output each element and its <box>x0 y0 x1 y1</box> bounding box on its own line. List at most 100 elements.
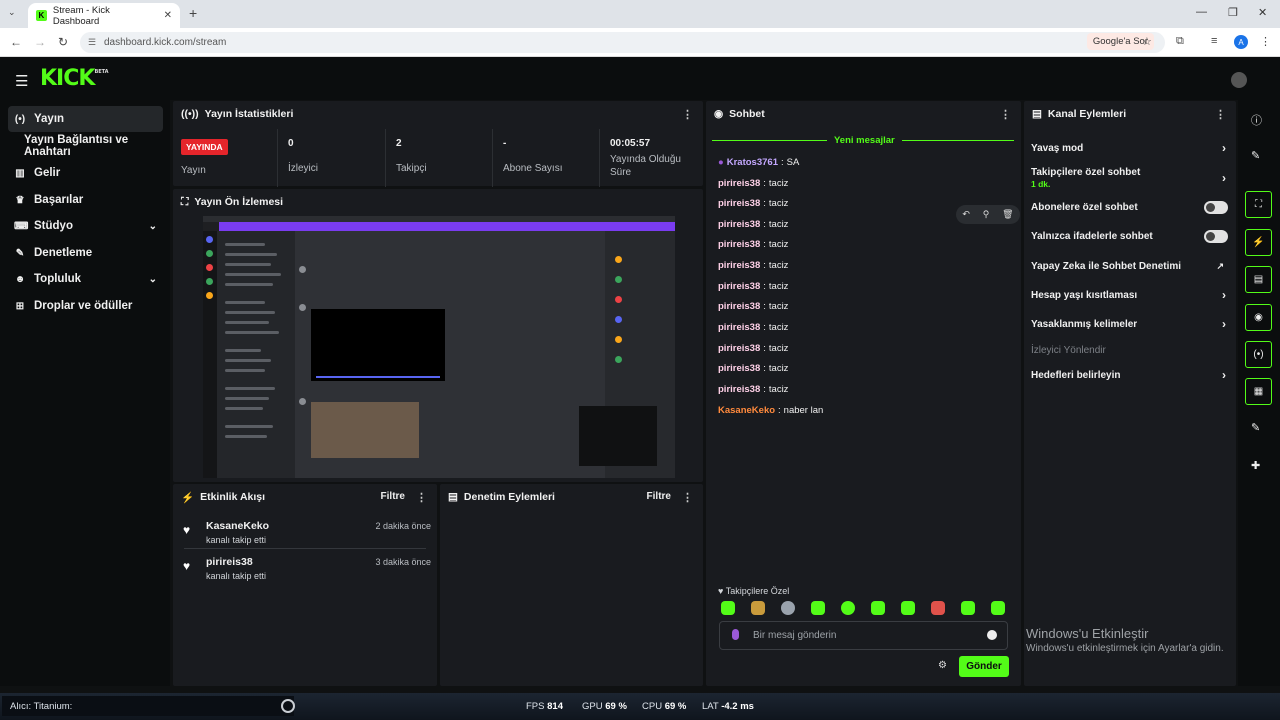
banned-words-item[interactable]: Yasaklanmış kelimeler › <box>1031 317 1228 331</box>
chat-message[interactable]: ● Kratos3761: SA <box>718 155 799 169</box>
sidebar-item-studio[interactable]: ⌨ Stüdyo ⌄ <box>8 213 163 239</box>
kick-logo[interactable]: KICKBETA <box>40 66 109 91</box>
emote-icon[interactable] <box>781 601 795 615</box>
subs-chat-toggle[interactable] <box>1204 201 1228 214</box>
chat-message[interactable]: KasaneKeko: naber lan <box>718 403 823 417</box>
emote-icon[interactable] <box>841 601 855 615</box>
preview-toggle-icon[interactable]: ⛶ <box>1245 191 1272 218</box>
sidebar-item-moderation[interactable]: ✎ Denetleme <box>8 240 163 266</box>
chat-message[interactable]: pirireis38: taciz <box>718 320 788 334</box>
activity-filter-button[interactable]: Filtre <box>381 491 405 502</box>
chat-message[interactable]: pirireis38: taciz <box>718 299 788 313</box>
broadcast-toggle-icon[interactable]: (•) <box>1245 341 1272 368</box>
chat-message[interactable]: pirireis38: taciz <box>718 341 788 355</box>
emote-icon[interactable] <box>721 601 735 615</box>
more-icon[interactable]: ⋮ <box>1000 108 1011 121</box>
browser-menu-icon[interactable]: ⋮ <box>1260 35 1271 48</box>
sidebar-item-achievements[interactable]: ♛ Başarılar <box>8 187 163 213</box>
chat-message[interactable]: pirireis38: taciz <box>718 196 788 210</box>
stat-subscribers: - Abone Sayısı <box>492 129 599 187</box>
chat-message[interactable]: pirireis38: taciz <box>718 382 788 396</box>
windows-activation-watermark: Windows'u Etkinleştir Windows'u etkinleş… <box>1026 626 1224 654</box>
undo-icon[interactable]: ↶ <box>962 209 970 220</box>
overlay-logo-icon <box>281 699 295 713</box>
emote-icon[interactable] <box>931 601 945 615</box>
sidebar-item-stream-key[interactable]: Yayın Bağlantısı ve Anahtarı <box>8 133 163 159</box>
bookmark-star-icon[interactable]: ☆ <box>1142 35 1152 48</box>
emote-icon[interactable] <box>751 601 765 615</box>
account-age-item[interactable]: Hesap yaşı kısıtlaması › <box>1031 288 1228 302</box>
chat-input[interactable]: Bir mesaj gönderin <box>719 621 1008 650</box>
more-icon[interactable]: ⋮ <box>1215 108 1226 121</box>
stream-preview-video[interactable] <box>203 216 675 478</box>
delete-icon[interactable]: 🗑 <box>1002 209 1013 220</box>
chat-message[interactable]: pirireis38: taciz <box>718 217 788 231</box>
lightning-toggle-icon[interactable]: ⚡ <box>1245 229 1272 256</box>
back-icon[interactable]: ← <box>10 35 22 49</box>
slow-mode-item[interactable]: Yavaş mod › <box>1031 141 1228 155</box>
pin-icon[interactable]: ⚲ <box>983 209 990 220</box>
chat-message[interactable]: pirireis38: taciz <box>718 237 788 251</box>
chat-message[interactable]: pirireis38: taciz <box>718 279 788 293</box>
channel-actions-toggle-icon[interactable]: ▦ <box>1245 378 1272 405</box>
reading-list-icon[interactable]: ≡ <box>1211 35 1217 47</box>
moderation-filter-button[interactable]: Filtre <box>647 491 671 502</box>
chat-message[interactable]: pirireis38: taciz <box>718 258 788 272</box>
send-button[interactable]: Gönder <box>959 656 1009 677</box>
activity-title: Etkinlik Akışı <box>200 491 266 503</box>
moderation-title: Denetim Eylemleri <box>463 491 555 503</box>
stat-followers: 2 Takipçi <box>385 129 492 187</box>
forward-icon[interactable]: → <box>34 35 46 49</box>
new-messages-divider: Yeni mesajlar <box>712 135 1014 146</box>
new-tab-icon[interactable]: + <box>189 5 197 21</box>
more-icon[interactable]: ⋮ <box>682 108 693 121</box>
chat-message[interactable]: pirireis38: taciz <box>718 176 788 190</box>
chat-message[interactable]: pirireis38: taciz <box>718 361 788 375</box>
emote-icon[interactable] <box>811 601 825 615</box>
add-widget-icon[interactable]: ✚ <box>1251 459 1260 472</box>
minimize-icon[interactable]: — <box>1196 6 1207 18</box>
info-icon[interactable]: ⓘ <box>1251 112 1262 128</box>
tree-icon: ⊞ <box>15 300 25 312</box>
site-info-icon[interactable]: ☰ <box>88 37 96 48</box>
people-icon: ☻ <box>14 273 26 285</box>
browser-tab[interactable]: K Stream - Kick Dashboard ✕ <box>28 3 180 28</box>
tab-search-icon[interactable]: ⌄ <box>8 7 16 18</box>
extensions-icon[interactable]: ⧉ <box>1176 35 1184 48</box>
emote-icon[interactable] <box>961 601 975 615</box>
sidebar-item-drops[interactable]: ⊞ Droplar ve ödüller <box>8 293 163 319</box>
preview-title: Yayın Ön İzlemesi <box>194 196 284 208</box>
emote-chat-item: Yalnızca ifadelerle sohbet <box>1031 230 1228 243</box>
device-label: Alıcı: Titanium: <box>2 696 294 716</box>
followers-chat-item[interactable]: Takipçilere özel sohbet 1 dk. › <box>1031 167 1228 189</box>
restore-icon[interactable]: ❐ <box>1228 6 1238 19</box>
settings-gear-icon[interactable]: ⚙ <box>938 660 947 671</box>
document-toggle-icon[interactable]: ▤ <box>1245 266 1272 293</box>
chat-toggle-icon[interactable]: ◉ <box>1245 304 1272 331</box>
emote-icon[interactable] <box>991 601 1005 615</box>
ai-moderation-item[interactable]: Yapay Zeka ile Sohbet Denetimi ↗ <box>1031 261 1228 272</box>
window-close-icon[interactable]: ✕ <box>1258 6 1267 19</box>
edit-icon[interactable]: ✎ <box>1251 149 1260 162</box>
message-toolbar: ↶ ⚲ 🗑 <box>956 205 1020 224</box>
wrench-icon[interactable]: ✎ <box>1251 421 1260 434</box>
reload-icon[interactable]: ↻ <box>58 35 68 49</box>
emoji-icon[interactable] <box>987 630 997 640</box>
emote-chat-toggle[interactable] <box>1204 230 1228 243</box>
sidebar-item-stream[interactable]: (•) Yayın <box>8 106 163 132</box>
sidebar-item-revenue[interactable]: ▥ Gelir <box>8 160 163 186</box>
browser-tabbar: ⌄ K Stream - Kick Dashboard ✕ + — ❐ ✕ <box>0 0 1280 28</box>
goals-item[interactable]: Hedefleri belirleyin › <box>1031 368 1228 382</box>
more-icon[interactable]: ⋮ <box>682 491 693 504</box>
user-avatar[interactable] <box>1231 72 1247 88</box>
profile-avatar[interactable]: A <box>1234 35 1248 49</box>
emote-icon[interactable] <box>901 601 915 615</box>
url-field[interactable]: ☰ dashboard.kick.com/stream <box>80 32 1165 53</box>
heart-icon: ♥ <box>183 523 191 537</box>
more-icon[interactable]: ⋮ <box>416 491 427 504</box>
menu-icon[interactable]: ☰ <box>15 72 28 90</box>
tab-close-icon[interactable]: ✕ <box>164 10 172 21</box>
emote-icon[interactable] <box>871 601 885 615</box>
sidebar-item-community[interactable]: ☻ Topluluk ⌄ <box>8 266 163 292</box>
mic-icon <box>732 629 739 640</box>
